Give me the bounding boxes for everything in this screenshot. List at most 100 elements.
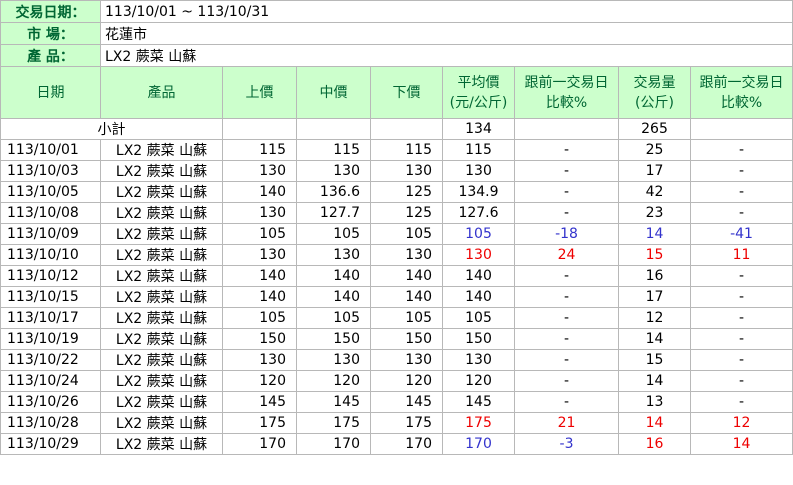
cell-volume: 14 xyxy=(618,328,691,350)
cell-product: LX2 蕨菜 山蘇 xyxy=(100,139,223,161)
cell-product: LX2 蕨菜 山蘇 xyxy=(100,223,223,245)
cell-middle-price: 120 xyxy=(296,370,371,392)
col-header-product: 產品 xyxy=(100,66,223,119)
cell-middle-price: 136.6 xyxy=(296,181,371,203)
cell-upper-price: 140 xyxy=(222,286,297,308)
table-row: 113/10/17 LX2 蕨菜 山蘇 105 105 105 105-12- xyxy=(0,307,793,329)
cell-avg-compare: - xyxy=(514,349,619,371)
cell-volume-compare: 11 xyxy=(690,244,793,266)
cell-upper-price: 115 xyxy=(222,139,297,161)
cell-middle-price: 127.7 xyxy=(296,202,371,224)
date-range-label: 交易日期： xyxy=(0,0,101,23)
cell-avg-compare: - xyxy=(514,181,619,203)
cell-volume-compare: 14 xyxy=(690,433,793,455)
cell-upper-price: 140 xyxy=(222,181,297,203)
cell-volume-compare: - xyxy=(690,307,793,329)
cell-avg-price: 140 xyxy=(442,265,515,287)
cell-lower-price: 115 xyxy=(370,139,443,161)
cell-date: 113/10/28 xyxy=(0,412,101,434)
cell-lower-price: 130 xyxy=(370,349,443,371)
cell-product: LX2 蕨菜 山蘇 xyxy=(100,160,223,182)
cell-product: LX2 蕨菜 山蘇 xyxy=(100,286,223,308)
cell-middle-price: 170 xyxy=(296,433,371,455)
cell-lower-price: 105 xyxy=(370,307,443,329)
cell-volume: 42 xyxy=(618,181,691,203)
cell-avg-price: 120 xyxy=(442,370,515,392)
cell-volume-compare: - xyxy=(690,202,793,224)
cell-volume: 14 xyxy=(618,223,691,245)
table-row: 113/10/29 LX2 蕨菜 山蘇 170 170 170 170 -3 16 14 xyxy=(0,433,793,455)
cell-volume-compare: - xyxy=(690,139,793,161)
cell-avg-compare: - xyxy=(514,391,619,413)
cell-avg-price: 170 xyxy=(442,433,515,455)
cell-upper-price: 130 xyxy=(222,160,297,182)
cell-upper-price: 170 xyxy=(222,433,297,455)
cell-volume-compare: - xyxy=(690,349,793,371)
cell-volume-compare: - xyxy=(690,370,793,392)
cell-lower-price: 170 xyxy=(370,433,443,455)
table-row: 113/10/01 LX2 蕨菜 山蘇 115 115 115 115-25- xyxy=(0,139,793,161)
cell-volume-compare: - xyxy=(690,286,793,308)
product-label: 產 品： xyxy=(0,44,101,67)
table-row: 113/10/09 LX2 蕨菜 山蘇 105 105 105 105 -18 14 -41 xyxy=(0,223,793,245)
col-header-avg-compare: 跟前一交易日 比較% xyxy=(514,66,619,119)
cell-upper-price: 140 xyxy=(222,265,297,287)
cell-middle-price: 105 xyxy=(296,307,371,329)
col-header-middle-price: 中價 xyxy=(296,66,371,119)
col-header-upper-price: 上價 xyxy=(222,66,297,119)
cell-middle-price: 130 xyxy=(296,160,371,182)
cell-product: LX2 蕨菜 山蘇 xyxy=(100,328,223,350)
cell-upper-price: 175 xyxy=(222,412,297,434)
col-header-lower-price: 下價 xyxy=(370,66,443,119)
cell-upper-price: 130 xyxy=(222,202,297,224)
cell-volume: 16 xyxy=(618,265,691,287)
cell-lower-price: 140 xyxy=(370,265,443,287)
cell-volume: 23 xyxy=(618,202,691,224)
cell-date: 113/10/17 xyxy=(0,307,101,329)
table-row: 113/10/10 LX2 蕨菜 山蘇 130 130 130 130 24 15 11 xyxy=(0,244,793,266)
cell-volume: 12 xyxy=(618,307,691,329)
cell-middle-price: 150 xyxy=(296,328,371,350)
cell-middle-price: 145 xyxy=(296,391,371,413)
cell-middle-price: 130 xyxy=(296,244,371,266)
cell-product: LX2 蕨菜 山蘇 xyxy=(100,433,223,455)
cell-middle-price: 140 xyxy=(296,286,371,308)
cell-date: 113/10/03 xyxy=(0,160,101,182)
cell-avg-compare: - xyxy=(514,328,619,350)
cell-middle-price: 140 xyxy=(296,265,371,287)
table-row: 113/10/22 LX2 蕨菜 山蘇 130 130 130 130-15- xyxy=(0,349,793,371)
cell-lower-price: 125 xyxy=(370,181,443,203)
cell-middle-price: 115 xyxy=(296,139,371,161)
cell-avg-compare: - xyxy=(514,202,619,224)
cell-middle-price: 105 xyxy=(296,223,371,245)
cell-avg-compare: - xyxy=(514,160,619,182)
cell-volume: 25 xyxy=(618,139,691,161)
cell-date: 113/10/24 xyxy=(0,370,101,392)
cell-middle-price: 130 xyxy=(296,349,371,371)
cell-upper-price: 130 xyxy=(222,244,297,266)
cell-avg-compare: - xyxy=(514,265,619,287)
cell-date: 113/10/26 xyxy=(0,391,101,413)
cell-volume: 17 xyxy=(618,286,691,308)
cell-lower-price: 175 xyxy=(370,412,443,434)
table-row: 113/10/26 LX2 蕨菜 山蘇 145 145 145 145-13- xyxy=(0,391,793,413)
cell-product: LX2 蕨菜 山蘇 xyxy=(100,412,223,434)
cell-upper-price: 150 xyxy=(222,328,297,350)
table-row: 113/10/12 LX2 蕨菜 山蘇 140 140 140 140-16- xyxy=(0,265,793,287)
cell-date: 113/10/10 xyxy=(0,244,101,266)
cell-avg-price: 140 xyxy=(442,286,515,308)
market-value: 花蓮市 xyxy=(100,22,793,45)
price-table: 交易日期： 113/10/01 ~ 113/10/31 市 場： 花蓮市 產 品… xyxy=(0,0,793,455)
cell-date: 113/10/01 xyxy=(0,139,101,161)
col-header-volume: 交易量 (公斤) xyxy=(618,66,691,119)
cell-avg-compare: 24 xyxy=(514,244,619,266)
cell-volume: 16 xyxy=(618,433,691,455)
cell-volume-compare: - xyxy=(690,328,793,350)
cell-avg-price: 105 xyxy=(442,223,515,245)
cell-lower-price: 125 xyxy=(370,202,443,224)
cell-avg-price: 150 xyxy=(442,328,515,350)
cell-avg-compare: - xyxy=(514,307,619,329)
cell-upper-price: 105 xyxy=(222,307,297,329)
cell-volume-compare: -41 xyxy=(690,223,793,245)
cell-middle-price: 175 xyxy=(296,412,371,434)
